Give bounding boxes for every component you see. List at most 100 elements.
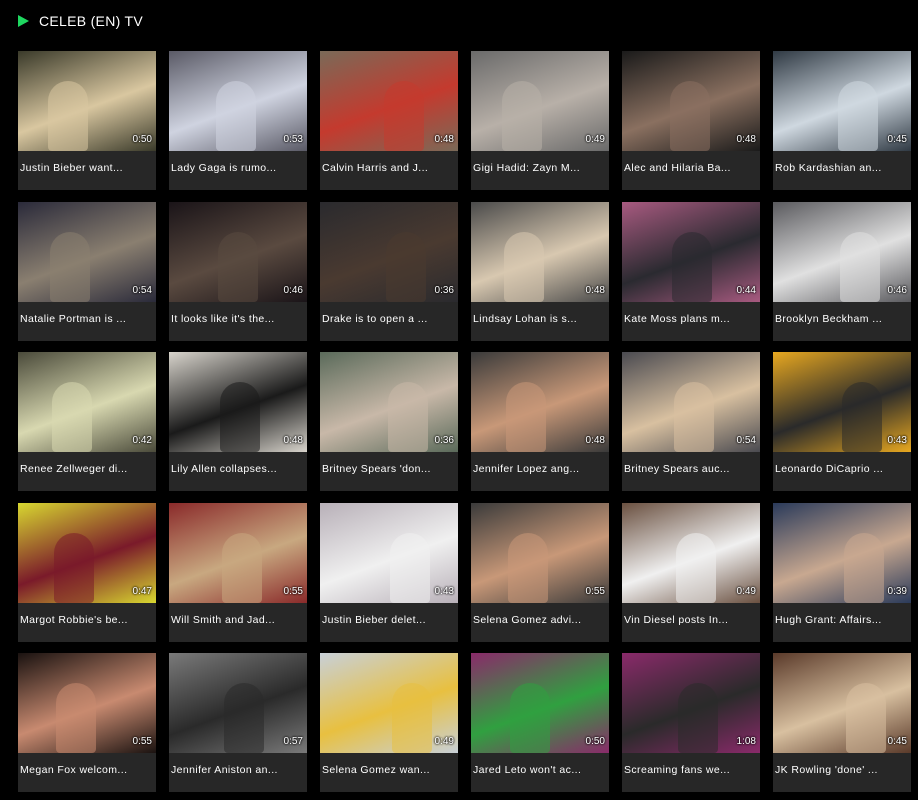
video-title[interactable]: Selena Gomez advi... bbox=[471, 602, 609, 642]
video-title[interactable]: Jared Leto won't ac... bbox=[471, 753, 609, 792]
video-title[interactable]: Natalie Portman is ... bbox=[18, 301, 156, 341]
video-card[interactable]: 0:50 Justin Bieber want... bbox=[18, 51, 156, 190]
video-title[interactable]: Lady Gaga is rumo... bbox=[169, 151, 307, 190]
video-thumbnail[interactable]: 0:49 bbox=[622, 502, 760, 603]
video-title[interactable]: Screaming fans we... bbox=[622, 753, 760, 792]
video-card[interactable]: 0:39 Hugh Grant: Affairs... bbox=[773, 502, 911, 642]
video-thumbnail[interactable]: 0:46 bbox=[773, 201, 911, 302]
video-thumbnail[interactable]: 0:50 bbox=[18, 51, 156, 151]
video-thumbnail[interactable]: 0:36 bbox=[320, 201, 458, 302]
video-thumbnail[interactable]: 0:54 bbox=[622, 352, 760, 452]
video-title[interactable]: Hugh Grant: Affairs... bbox=[773, 602, 911, 642]
video-card[interactable]: 0:44 Kate Moss plans m... bbox=[622, 201, 760, 341]
video-card[interactable]: 0:48 Calvin Harris and J... bbox=[320, 51, 458, 190]
video-thumbnail[interactable]: 0:48 bbox=[169, 352, 307, 452]
video-title[interactable]: Justin Bieber delet... bbox=[320, 602, 458, 642]
thumbnail-figure bbox=[842, 382, 882, 452]
video-card[interactable]: 0:43 Leonardo DiCaprio ... bbox=[773, 352, 911, 491]
video-title[interactable]: Britney Spears 'don... bbox=[320, 452, 458, 491]
video-card[interactable]: 0:53 Lady Gaga is rumo... bbox=[169, 51, 307, 190]
video-thumbnail[interactable]: 0:43 bbox=[773, 352, 911, 452]
video-thumbnail[interactable]: 0:53 bbox=[169, 51, 307, 151]
video-title[interactable]: Renee Zellweger di... bbox=[18, 452, 156, 491]
video-title[interactable]: Will Smith and Jad... bbox=[169, 602, 307, 642]
video-card[interactable]: 0:55 Megan Fox welcom... bbox=[18, 653, 156, 792]
video-title[interactable]: Drake is to open a ... bbox=[320, 301, 458, 341]
video-card[interactable]: 0:36 Britney Spears 'don... bbox=[320, 352, 458, 491]
video-thumbnail[interactable]: 0:39 bbox=[773, 502, 911, 603]
video-card[interactable]: 0:55 Will Smith and Jad... bbox=[169, 502, 307, 642]
video-title[interactable]: It looks like it's the... bbox=[169, 301, 307, 341]
video-title[interactable]: Lily Allen collapses... bbox=[169, 452, 307, 491]
video-title[interactable]: Brooklyn Beckham ... bbox=[773, 301, 911, 341]
video-thumbnail[interactable]: 0:48 bbox=[471, 352, 609, 452]
video-title[interactable]: Calvin Harris and J... bbox=[320, 151, 458, 190]
video-title[interactable]: Vin Diesel posts In... bbox=[622, 602, 760, 642]
video-card[interactable]: 0:55 Selena Gomez advi... bbox=[471, 502, 609, 642]
video-title[interactable]: Gigi Hadid: Zayn M... bbox=[471, 151, 609, 190]
video-card[interactable]: 0:50 Jared Leto won't ac... bbox=[471, 653, 609, 792]
video-title[interactable]: Jennifer Lopez ang... bbox=[471, 452, 609, 491]
video-thumbnail[interactable]: 1:08 bbox=[622, 653, 760, 753]
video-title[interactable]: Leonardo DiCaprio ... bbox=[773, 452, 911, 491]
video-card[interactable]: 1:08 Screaming fans we... bbox=[622, 653, 760, 792]
video-thumbnail[interactable]: 0:43 bbox=[320, 502, 458, 603]
video-title[interactable]: JK Rowling 'done' ... bbox=[773, 753, 911, 792]
video-card[interactable]: 0:48 Lily Allen collapses... bbox=[169, 352, 307, 491]
video-card[interactable]: 0:49 Vin Diesel posts In... bbox=[622, 502, 760, 642]
video-thumbnail[interactable]: 0:47 bbox=[18, 502, 156, 603]
video-duration: 0:48 bbox=[736, 134, 756, 145]
video-card[interactable]: 0:48 Lindsay Lohan is s... bbox=[471, 201, 609, 341]
video-card[interactable]: 0:47 Margot Robbie's be... bbox=[18, 502, 156, 642]
video-thumbnail[interactable]: 0:48 bbox=[320, 51, 458, 151]
video-title[interactable]: Kate Moss plans m... bbox=[622, 301, 760, 341]
video-title[interactable]: Justin Bieber want... bbox=[18, 151, 156, 190]
thumbnail-figure bbox=[390, 532, 430, 603]
video-thumbnail[interactable]: 0:46 bbox=[169, 201, 307, 302]
video-thumbnail[interactable]: 0:55 bbox=[471, 502, 609, 603]
video-card[interactable]: 0:57 Jennifer Aniston an... bbox=[169, 653, 307, 792]
video-card[interactable]: 0:45 Rob Kardashian an... bbox=[773, 51, 911, 190]
video-thumbnail[interactable]: 0:45 bbox=[773, 653, 911, 753]
video-thumbnail[interactable]: 0:36 bbox=[320, 352, 458, 452]
video-duration: 0:36 bbox=[434, 284, 454, 296]
video-thumbnail[interactable]: 0:49 bbox=[471, 51, 609, 151]
video-title[interactable]: Margot Robbie's be... bbox=[18, 602, 156, 642]
video-title[interactable]: Megan Fox welcom... bbox=[18, 753, 156, 792]
video-title[interactable]: Rob Kardashian an... bbox=[773, 151, 911, 190]
video-thumbnail[interactable]: 0:42 bbox=[18, 352, 156, 452]
video-thumbnail[interactable]: 0:55 bbox=[18, 653, 156, 753]
video-card[interactable]: 0:36 Drake is to open a ... bbox=[320, 201, 458, 341]
video-title[interactable]: Jennifer Aniston an... bbox=[169, 753, 307, 792]
video-card[interactable]: 0:48 Alec and Hilaria Ba... bbox=[622, 51, 760, 190]
video-card[interactable]: 0:46 Brooklyn Beckham ... bbox=[773, 201, 911, 341]
video-thumbnail[interactable]: 0:49 bbox=[320, 653, 458, 753]
video-thumbnail[interactable]: 0:57 bbox=[169, 653, 307, 753]
video-thumbnail[interactable]: 0:44 bbox=[622, 201, 760, 302]
video-title[interactable]: Selena Gomez wan... bbox=[320, 753, 458, 792]
video-duration: 0:43 bbox=[434, 585, 454, 597]
thumbnail-figure bbox=[846, 683, 886, 753]
video-card[interactable]: 0:49 Gigi Hadid: Zayn M... bbox=[471, 51, 609, 190]
video-title[interactable]: Britney Spears auc... bbox=[622, 452, 760, 491]
video-card[interactable]: 0:49 Selena Gomez wan... bbox=[320, 653, 458, 792]
video-card[interactable]: 0:46 It looks like it's the... bbox=[169, 201, 307, 341]
video-title[interactable]: Lindsay Lohan is s... bbox=[471, 301, 609, 341]
channel-header: CELEB (EN) TV bbox=[18, 11, 143, 31]
video-duration: 0:55 bbox=[283, 585, 303, 597]
video-title[interactable]: Alec and Hilaria Ba... bbox=[622, 151, 760, 190]
video-card[interactable]: 0:43 Justin Bieber delet... bbox=[320, 502, 458, 642]
video-thumbnail[interactable]: 0:54 bbox=[18, 201, 156, 302]
channel-title: CELEB (EN) TV bbox=[39, 13, 143, 29]
video-thumbnail[interactable]: 0:55 bbox=[169, 502, 307, 603]
video-thumbnail[interactable]: 0:48 bbox=[471, 201, 609, 302]
video-card[interactable]: 0:42 Renee Zellweger di... bbox=[18, 352, 156, 491]
video-thumbnail[interactable]: 0:45 bbox=[773, 51, 911, 151]
video-thumbnail[interactable]: 0:50 bbox=[471, 653, 609, 753]
video-card[interactable]: 0:54 Britney Spears auc... bbox=[622, 352, 760, 491]
video-card[interactable]: 0:54 Natalie Portman is ... bbox=[18, 201, 156, 341]
video-card[interactable]: 0:48 Jennifer Lopez ang... bbox=[471, 352, 609, 491]
video-card[interactable]: 0:45 JK Rowling 'done' ... bbox=[773, 653, 911, 792]
video-thumbnail[interactable]: 0:48 bbox=[622, 51, 760, 151]
video-duration: 0:48 bbox=[585, 284, 605, 296]
